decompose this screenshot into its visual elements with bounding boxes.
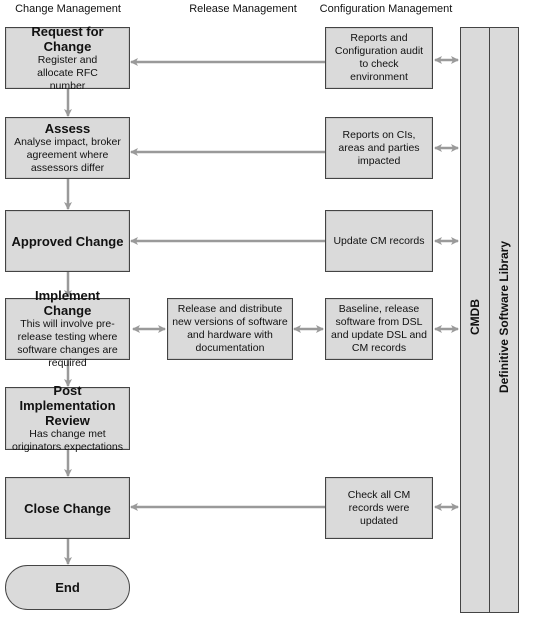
- step-close-change: Close Change: [5, 477, 130, 539]
- step-description: This will involve pre-release testing wh…: [17, 318, 118, 369]
- dsl-label: Definitive Software Library: [497, 240, 511, 394]
- step-approved-change: Approved Change: [5, 210, 130, 272]
- itil-process-diagram: Change Management Release Management Con…: [0, 0, 550, 618]
- config-box-update-records: Update CM records: [325, 210, 433, 272]
- step-assess: Assess Analyse impact, broker agreement …: [5, 117, 130, 179]
- step-title: Post Implementation Review: [19, 383, 116, 428]
- config-box-check-records: Check all CM records were updated: [325, 477, 433, 539]
- step-description: Analyse impact, broker agreement where a…: [14, 136, 121, 174]
- step-description: Has change met originators expectations: [12, 428, 123, 453]
- step-request-for-change: Request for Change Register and allocate…: [5, 23, 130, 92]
- config-box-audit: Reports and Configuration audit to check…: [325, 27, 433, 89]
- release-distribute-box: Release and distribute new versions of s…: [167, 298, 293, 360]
- step-title: Approved Change: [11, 233, 124, 249]
- end-terminator: End: [5, 565, 130, 610]
- step-implement-change: Implement Change This will involve pre-r…: [5, 288, 130, 369]
- step-title: Assess: [44, 121, 91, 136]
- cmdb-label: CMDB: [468, 299, 482, 335]
- step-description: Register and allocate RFC number: [37, 53, 98, 92]
- config-box-baseline: Baseline, release software from DSL and …: [325, 298, 433, 360]
- step-title: Request for Change: [31, 23, 104, 54]
- step-title: Close Change: [24, 500, 111, 516]
- step-title: Implement Change: [34, 288, 100, 318]
- config-box-reports: Reports on CIs, areas and parties impact…: [325, 117, 433, 179]
- step-post-implementation-review: Post Implementation Review Has change me…: [5, 383, 130, 453]
